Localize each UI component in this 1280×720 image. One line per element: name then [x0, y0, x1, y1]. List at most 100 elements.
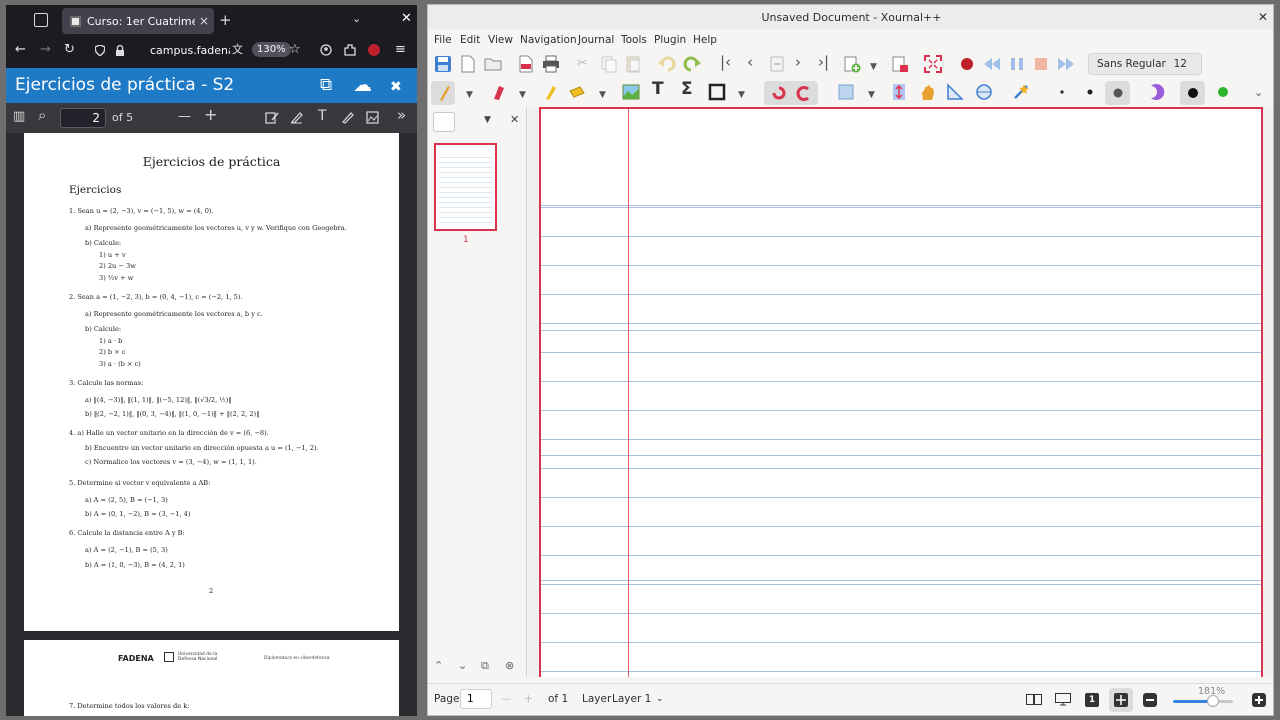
ublock-icon[interactable]	[368, 44, 380, 56]
menu-file[interactable]: File	[434, 34, 452, 46]
copy-icon[interactable]: ⧉	[320, 76, 332, 94]
zoom-slider-knob[interactable]	[1207, 695, 1219, 707]
sidebar-close-icon[interactable]: ✕	[510, 113, 519, 126]
pause-icon[interactable]	[1008, 55, 1026, 73]
zoom-in-icon[interactable]	[1252, 693, 1266, 707]
extensions-icon[interactable]	[344, 44, 356, 56]
shape-icon[interactable]	[708, 83, 726, 101]
green-color-icon[interactable]	[1214, 83, 1232, 101]
forward-icon[interactable]: →	[40, 43, 51, 57]
compass-icon[interactable]	[975, 83, 993, 101]
sidebar-toggle-icon[interactable]: ▥	[13, 110, 25, 124]
image-icon[interactable]	[366, 111, 379, 124]
translate-icon[interactable]: 文	[232, 43, 243, 57]
grid-snap-icon[interactable]	[794, 84, 812, 102]
fast-forward-icon[interactable]	[1057, 55, 1075, 73]
new-tab-button[interactable]: +	[219, 11, 232, 29]
menu-tools[interactable]: Tools	[621, 34, 647, 46]
close-window-icon[interactable]: ✕	[401, 11, 412, 26]
open-folder-icon[interactable]	[484, 55, 502, 73]
list-all-tabs-icon[interactable]: ⌄	[352, 12, 361, 25]
text-icon[interactable]: T	[318, 109, 327, 123]
delete-page-icon[interactable]: ⊗	[505, 659, 514, 672]
paste-icon[interactable]	[624, 55, 642, 73]
page-up-icon[interactable]: ⌃	[434, 659, 443, 672]
previous-page-icon[interactable]: ‹	[747, 55, 753, 70]
page-number-input[interactable]: 1	[460, 689, 492, 709]
back-icon[interactable]: ←	[15, 43, 26, 57]
new-document-icon[interactable]	[459, 55, 477, 73]
pen-dropdown-icon[interactable]: ▼	[466, 88, 473, 102]
menu-help[interactable]: Help	[693, 34, 717, 46]
page-spin-down[interactable]: —	[501, 693, 512, 705]
thick-line-icon[interactable]	[1109, 84, 1127, 102]
close-icon[interactable]: ✖	[390, 78, 402, 96]
insert-page-icon[interactable]	[843, 55, 861, 73]
page-spin-up[interactable]: +	[524, 693, 533, 705]
latex-icon[interactable]: Σ	[681, 81, 693, 98]
layer-selector[interactable]: Layer 1	[612, 693, 651, 705]
rewind-icon[interactable]	[983, 55, 1001, 73]
font-selector-button[interactable]: Sans Regular 12	[1088, 53, 1202, 75]
zoom-indicator[interactable]: 130%	[252, 42, 291, 57]
stop-icon[interactable]	[1032, 55, 1050, 73]
fullscreen-icon[interactable]	[924, 55, 942, 73]
more-tools-icon[interactable]: »	[397, 108, 406, 123]
page-thumbnail[interactable]	[434, 143, 497, 231]
copy-page-icon[interactable]: ⧉	[481, 659, 489, 673]
shield-icon[interactable]	[95, 45, 105, 56]
shape-dropdown-icon[interactable]: ▼	[738, 88, 745, 102]
zoom-slider[interactable]	[1173, 695, 1233, 707]
page-indicator[interactable]: 1	[1085, 693, 1099, 707]
highlighter-icon[interactable]	[541, 83, 559, 101]
plugin-icon[interactable]	[1012, 83, 1030, 101]
close-window-icon[interactable]: ✕	[1258, 10, 1268, 24]
eraser-dropdown-icon[interactable]: ▼	[519, 88, 526, 102]
dual-page-icon[interactable]	[1026, 694, 1042, 705]
zoom-out-icon[interactable]	[1143, 693, 1157, 707]
zoom-fit-icon[interactable]	[1114, 693, 1128, 707]
lock-icon[interactable]	[115, 45, 125, 56]
presentation-mode-icon[interactable]	[1055, 693, 1071, 706]
bookmark-star-icon[interactable]: ☆	[289, 43, 301, 57]
draw-icon[interactable]	[341, 111, 354, 124]
menu-view[interactable]: View	[488, 34, 513, 46]
menu-navigation[interactable]: Navigation	[520, 34, 577, 46]
first-page-icon[interactable]: |‹	[720, 55, 731, 70]
highlight-icon[interactable]	[290, 111, 303, 124]
insert-space-icon[interactable]	[890, 83, 908, 101]
redo-icon[interactable]	[683, 55, 701, 73]
zoom-in-icon[interactable]: +	[204, 107, 217, 123]
goto-page-icon[interactable]	[768, 55, 786, 73]
last-page-icon[interactable]: ›|	[818, 55, 829, 70]
sign-icon[interactable]	[265, 111, 279, 124]
export-pdf-icon[interactable]	[517, 55, 535, 73]
pen-icon[interactable]	[434, 84, 452, 102]
toolbar-overflow-icon[interactable]: ⌄	[1254, 86, 1263, 100]
page-preview-toggle-icon[interactable]	[433, 112, 455, 132]
selection-icon[interactable]	[568, 83, 586, 101]
cut-icon[interactable]: ✂	[577, 57, 588, 71]
page-number-input[interactable]: 2	[60, 108, 106, 128]
select-dropdown-icon[interactable]: ▼	[599, 88, 606, 102]
menu-edit[interactable]: Edit	[460, 34, 480, 46]
eraser-icon[interactable]	[488, 83, 506, 101]
search-icon[interactable]: ⌕	[38, 108, 46, 123]
save-icon[interactable]	[434, 55, 452, 73]
space-dropdown-icon[interactable]: ▼	[868, 88, 875, 102]
set-square-icon[interactable]	[946, 83, 964, 101]
copy-icon[interactable]	[600, 55, 618, 73]
hamburger-menu-icon[interactable]: ≡	[395, 43, 406, 57]
image-icon[interactable]	[622, 83, 640, 101]
print-icon[interactable]	[542, 55, 560, 73]
black-color-icon[interactable]	[1184, 84, 1202, 102]
drawing-canvas[interactable]	[528, 107, 1273, 677]
fill-icon[interactable]	[1147, 83, 1165, 101]
rotation-snap-icon[interactable]	[770, 84, 788, 102]
undo-icon[interactable]	[658, 55, 676, 73]
zoom-out-icon[interactable]: —	[178, 110, 191, 124]
sidebar-dropdown-icon[interactable]: ▼	[484, 115, 491, 125]
delete-page-icon[interactable]	[891, 55, 909, 73]
menu-journal[interactable]: Journal	[578, 34, 614, 46]
insert-page-dropdown-icon[interactable]: ▼	[870, 60, 877, 74]
